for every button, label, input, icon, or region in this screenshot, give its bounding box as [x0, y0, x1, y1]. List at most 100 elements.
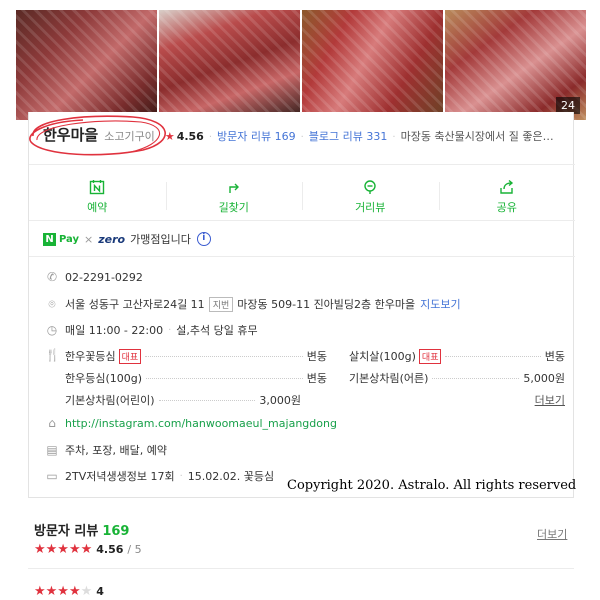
- visitor-review-title: 방문자 리뷰 169: [34, 520, 129, 539]
- amenities-text: 주차, 포장, 배달, 예약: [65, 444, 167, 457]
- leader-dots: [146, 377, 303, 379]
- reserve-label: 예약: [87, 200, 108, 214]
- share-label: 공유: [496, 200, 517, 214]
- max-score: / 5: [127, 543, 142, 556]
- review-more-link[interactable]: 더보기: [537, 526, 567, 542]
- menu-item-price: 변동: [544, 350, 565, 363]
- menu-item-name: 기본상차림(어린이): [65, 394, 155, 407]
- map-link[interactable]: 지도보기: [420, 296, 460, 312]
- section-title-text: 방문자 리뷰: [34, 524, 99, 539]
- menu-more-link[interactable]: 더보기: [535, 392, 565, 408]
- star-rating-icon: ★★★★★: [34, 542, 93, 557]
- leader-dots: [445, 355, 541, 357]
- npay-logo-icon: N: [43, 232, 56, 246]
- menu-item-name: 기본상차림(어른): [349, 372, 429, 385]
- lot-address: 마장동 509-11 진아빌딩2층 한우마을: [237, 298, 416, 311]
- menu-item: 기본상차림(어린이) 3,000원: [65, 392, 301, 408]
- place-score: 4.56: [176, 130, 204, 143]
- star-rating-icon: ★★★★★: [34, 584, 92, 599]
- street-view-label: 거리뷰: [355, 200, 386, 214]
- place-name: 한우마을: [43, 126, 99, 144]
- phone-row: ✆ 02-2291-0292: [45, 270, 143, 284]
- avg-score: 4.56: [96, 543, 124, 556]
- menu-item-name: 한우등심(100g): [65, 372, 143, 385]
- zero-pay-logo: zero: [98, 232, 126, 246]
- copyright-watermark: Copyright 2020. Astralo. All rights rese…: [287, 478, 577, 493]
- stars-filled: ★★★★: [34, 584, 81, 599]
- place-description[interactable]: 마장동 축산물시장에서 질 좋은…: [401, 128, 554, 144]
- npay-zero-row: N Pay × zero 가맹점입니다 i: [43, 230, 211, 248]
- blog-review-link[interactable]: 블로그 리뷰 331: [309, 128, 388, 144]
- hours-row: ◷ 매일 11:00 - 22:00 · 설,추석 당일 휴무: [45, 322, 258, 338]
- share-icon: [500, 179, 513, 194]
- separator-dot: ·: [168, 324, 172, 336]
- separator-dot: ·: [300, 132, 304, 143]
- rating-value: 4: [96, 585, 104, 598]
- reserve-button[interactable]: 예약: [29, 172, 166, 220]
- stars-empty: ★: [80, 584, 93, 599]
- menu-item-price: 변동: [306, 350, 327, 363]
- fork-knife-icon: 🍴: [45, 348, 60, 362]
- info-icon[interactable]: i: [196, 232, 211, 246]
- menu-item-name: 한우꽃등심: [65, 350, 116, 363]
- place-title-row: 한우마을 소고기구이 ★ 4.56 · 방문자 리뷰 169 · 블로그 리뷰 …: [43, 124, 563, 146]
- signature-badge: 대표: [118, 348, 142, 364]
- npay-word: Pay: [59, 233, 80, 245]
- website-row: ⌂ http://instagram.com/hanwoomaeul_majan…: [45, 416, 337, 430]
- phone-number[interactable]: 02-2291-0292: [65, 271, 143, 284]
- website-link[interactable]: http://instagram.com/hanwoomaeul_majangd…: [65, 417, 337, 430]
- menu-item-price: 변동: [306, 372, 327, 385]
- separator-dot: ·: [392, 132, 396, 143]
- divider: [29, 164, 575, 165]
- menu-item-price: 5,000원: [523, 372, 565, 385]
- calendar-n-icon: [90, 179, 105, 194]
- photo-3[interactable]: [302, 10, 443, 120]
- divider: [28, 568, 574, 569]
- photo-2[interactable]: [159, 10, 300, 120]
- menu-item: 한우꽃등심 대표 변동: [65, 348, 327, 364]
- share-button[interactable]: 공유: [438, 172, 576, 220]
- store-icon: ▤: [46, 443, 58, 457]
- star-icon: ★: [164, 130, 175, 143]
- lot-address-badge: 지번: [208, 296, 234, 312]
- directions-label: 길찾기: [218, 200, 249, 214]
- phone-icon: ✆: [46, 270, 58, 284]
- location-pin-icon: ⌾: [48, 296, 56, 311]
- menu-item-price: 3,000원: [259, 394, 301, 407]
- street-view-icon: [364, 179, 376, 194]
- tv-row: ▭ 2TV저녁생생정보 17회 · 15.02.02. 꽃등심: [45, 468, 274, 484]
- photo-texture: [159, 10, 300, 120]
- photo-gallery[interactable]: 24: [16, 10, 586, 120]
- leader-dots: [432, 377, 520, 379]
- place-card: 한우마을 소고기구이 ★ 4.56 · 방문자 리뷰 169 · 블로그 리뷰 …: [28, 112, 575, 498]
- leader-dots: [158, 399, 256, 401]
- road-address: 서울 성동구 고산자로24길 11: [65, 298, 205, 311]
- menu-item: 기본상차림(어른) 5,000원: [349, 370, 565, 386]
- photo-1[interactable]: [16, 10, 157, 120]
- place-category: 소고기구이: [104, 130, 155, 143]
- menu-item: 한우등심(100g) 변동: [65, 370, 327, 386]
- visitor-review-link[interactable]: 방문자 리뷰 169: [217, 128, 296, 144]
- address-row: ⌾ 서울 성동구 고산자로24길 11 지번 마장동 509-11 진아빌딩2층…: [45, 296, 461, 312]
- business-hours[interactable]: 매일 11:00 - 22:00: [65, 322, 163, 338]
- review-count: 169: [102, 524, 130, 539]
- separator-dot: ·: [208, 132, 213, 143]
- tv-program[interactable]: 2TV저녁생생정보 17회: [65, 468, 175, 484]
- directions-button[interactable]: 길찾기: [165, 172, 303, 220]
- rating-breakdown-row: ★★★★★ 4: [34, 584, 104, 599]
- separator-dot: ·: [179, 470, 183, 482]
- signature-badge: 대표: [418, 348, 442, 364]
- divider: [29, 220, 575, 221]
- amenities-row: ▤ 주차, 포장, 배달, 예약: [45, 442, 167, 458]
- divider: [29, 256, 575, 257]
- photo-4[interactable]: 24: [445, 10, 586, 120]
- hours-note: 설,추석 당일 휴무: [176, 324, 258, 337]
- tv-icon: ▭: [46, 469, 58, 483]
- photo-texture: [16, 10, 157, 120]
- street-view-button[interactable]: 거리뷰: [302, 172, 439, 220]
- photo-texture: [302, 10, 443, 120]
- pay-merchant-text: 가맹점입니다: [130, 233, 191, 246]
- avg-rating-row: ★★★★★ 4.56 / 5: [34, 542, 142, 557]
- action-bar: 예약 길찾기 거리뷰 공유: [29, 172, 575, 220]
- menu-item-name: 살치살(100g): [349, 350, 416, 363]
